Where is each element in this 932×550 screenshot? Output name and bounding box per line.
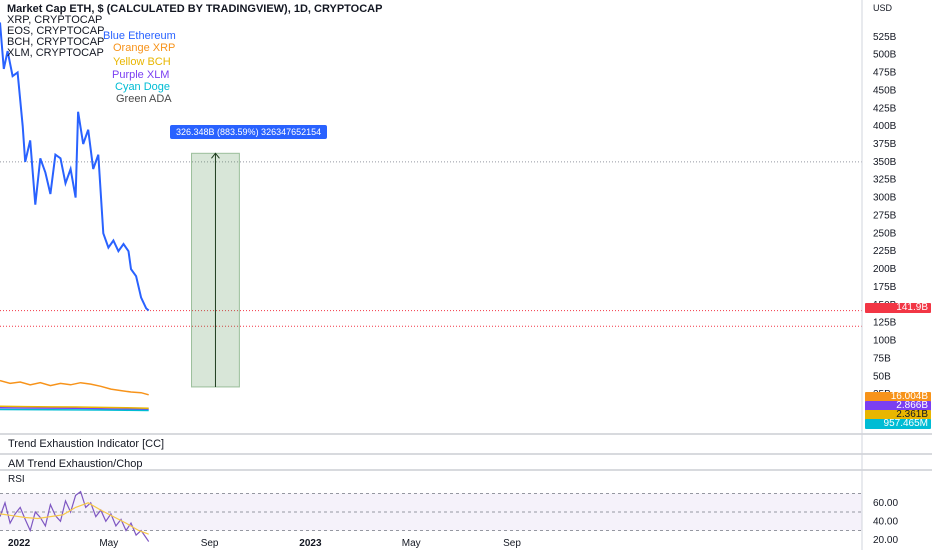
y-tick-label: 250B — [873, 228, 897, 239]
annotation-cyan-doge: Cyan Doge — [115, 81, 171, 93]
x-tick-label: Sep — [201, 538, 219, 549]
rsi-title[interactable]: RSI — [8, 474, 25, 485]
x-tick-label: Sep — [503, 538, 521, 549]
price-tag: 957.465M — [865, 419, 931, 429]
y-tick-label: 375B — [873, 139, 897, 150]
annotation-blue-ethereum: Blue Ethereum — [103, 30, 176, 42]
series-line-orange-xrp — [0, 379, 149, 396]
y-tick-label: 275B — [873, 210, 897, 221]
y-tick-label: 200B — [873, 264, 897, 275]
annotation-green-ada: Green ADA — [116, 93, 172, 105]
rsi-y-tick-label: 60.00 — [873, 498, 898, 509]
x-tick-label: May — [99, 538, 118, 549]
y-tick-label: 125B — [873, 318, 897, 329]
price-tag: 141.9B — [865, 303, 931, 313]
rsi-y-tick-label: 20.00 — [873, 535, 898, 546]
y-tick-label: 75B — [873, 353, 891, 364]
x-tick-label: 2022 — [8, 538, 31, 549]
series-line-cyan-doge — [0, 408, 149, 412]
annotation-orange-xrp: Orange XRP — [113, 42, 176, 54]
legend-symbol-xlm[interactable]: XLM, CRYPTOCAP — [7, 48, 104, 59]
y-tick-label: 175B — [873, 282, 897, 293]
y-tick-label: 325B — [873, 175, 897, 186]
x-tick-label: 2023 — [299, 538, 322, 549]
annotation-yellow-bch: Yellow BCH — [113, 56, 171, 68]
currency-label: USD — [873, 3, 893, 13]
annotation-purple-xlm: Purple XLM — [112, 69, 170, 81]
y-tick-label: 300B — [873, 193, 897, 204]
y-tick-label: 500B — [873, 50, 897, 61]
y-tick-label: 450B — [873, 85, 897, 96]
rsi-pane[interactable] — [0, 490, 862, 542]
y-tick-label: 425B — [873, 103, 897, 114]
trend-exhaustion-title[interactable]: Trend Exhaustion Indicator [CC] — [8, 438, 164, 450]
am-trend-title[interactable]: AM Trend Exhaustion/Chop — [8, 458, 143, 470]
ruler-measurement-label[interactable]: 326.348B (883.59%) 326347652154 — [170, 125, 328, 139]
rsi-y-tick-label: 40.00 — [873, 516, 898, 527]
y-tick-label: 225B — [873, 246, 897, 257]
x-tick-label: May — [402, 538, 421, 549]
y-tick-label: 350B — [873, 157, 897, 168]
y-tick-label: 100B — [873, 336, 897, 347]
y-tick-label: 525B — [873, 32, 897, 43]
y-tick-label: 50B — [873, 371, 891, 382]
y-tick-label: 400B — [873, 121, 897, 132]
y-tick-label: 475B — [873, 68, 897, 79]
